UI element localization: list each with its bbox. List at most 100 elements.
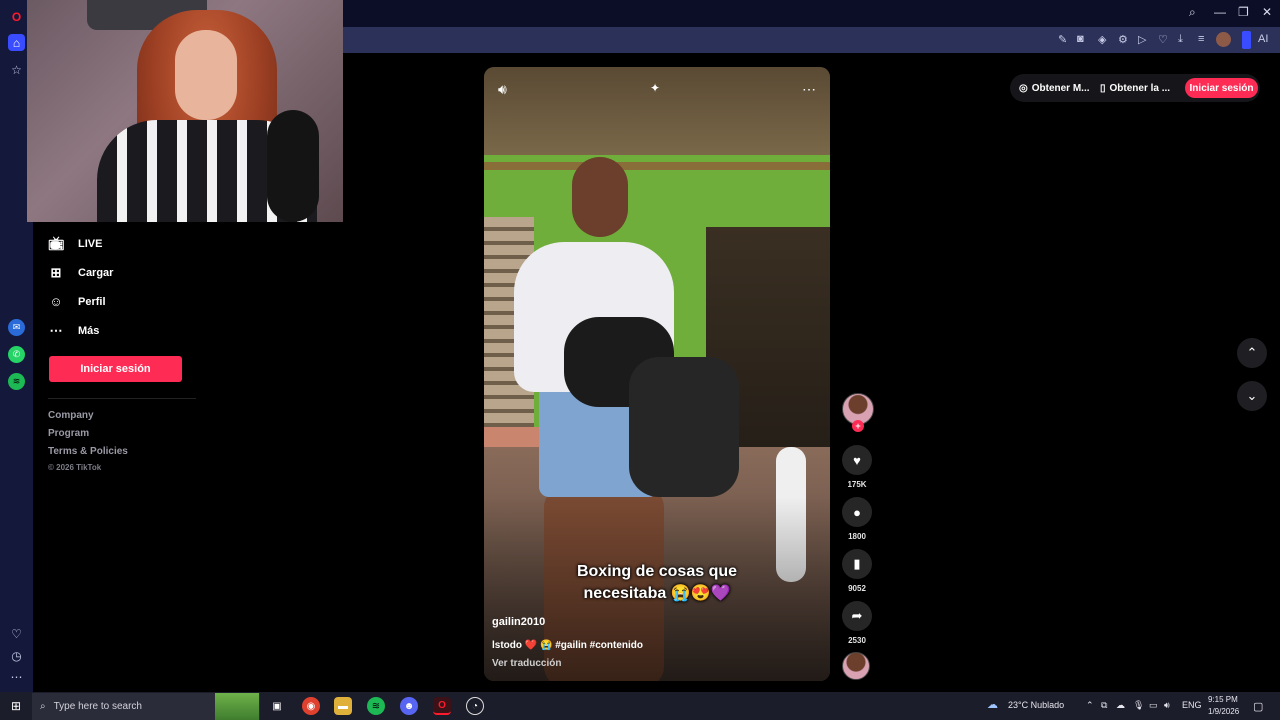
black-bag-2 (629, 357, 739, 497)
nav-live-label: LIVE (78, 238, 103, 250)
tray-chevron-icon[interactable]: ⌃ (1086, 700, 1094, 711)
chrome-icon[interactable]: ◉ (302, 697, 320, 715)
heart-icon[interactable]: ♡ (1158, 33, 1168, 46)
music-avatar (842, 652, 870, 680)
get-coins-label: Obtener M... (1031, 82, 1090, 94)
get-app-button[interactable]: ▯ Obtener la ... (1100, 76, 1170, 100)
follow-plus-icon[interactable]: + (852, 420, 864, 432)
video-caption: Boxing de cosas que necesitaba 😭😍💜 (484, 561, 830, 605)
volume-icon[interactable]: 🔊︎ (498, 81, 507, 98)
music-disc[interactable] (842, 652, 872, 680)
discord-icon[interactable]: ☻ (400, 697, 418, 715)
header-login-button[interactable]: Iniciar sesión (1185, 78, 1258, 98)
share-action[interactable]: ➦ 2530 (842, 601, 872, 645)
footer-program-link[interactable]: Program (48, 428, 89, 439)
share-count: 2530 (848, 636, 866, 645)
more-options-icon[interactable]: ⋯ (802, 81, 816, 98)
share-icon[interactable]: ➦ (842, 601, 872, 631)
nav-more-label: Más (78, 325, 100, 337)
obs-icon[interactable]: ◔ (466, 697, 484, 715)
clock-date[interactable]: 1/9/2026 (1208, 707, 1239, 716)
whatsapp-icon[interactable]: ✆ (8, 346, 25, 363)
taskbar-search-placeholder: Type here to search (53, 701, 142, 712)
nav-more[interactable]: ⋯ Más (48, 323, 100, 339)
tray-cloud-icon[interactable]: ☁ (1116, 700, 1125, 711)
search-icon: ⌕ (40, 701, 46, 712)
caption-line-2: necesitaba 😭😍💜 (583, 585, 731, 602)
ai-icon[interactable]: AI (1258, 33, 1268, 45)
language-indicator[interactable]: ENG (1182, 700, 1202, 710)
heart-icon[interactable]: ♡ (8, 625, 25, 642)
sidebar-login-button[interactable]: Iniciar sesión (49, 356, 182, 382)
history-icon[interactable]: ◷ (8, 647, 25, 664)
search-icon[interactable]: ⌕ (1189, 5, 1196, 20)
live-icon: 📺︎ (48, 236, 65, 251)
sparkle-icon[interactable]: ✦ (650, 81, 660, 95)
get-coins-button[interactable]: ◎ Obtener M... (1019, 76, 1090, 100)
previous-video-button[interactable]: ⌃ (1237, 338, 1267, 368)
spotify-icon[interactable]: ≋ (367, 697, 385, 715)
nav-profile[interactable]: ☺ Perfil (48, 294, 105, 309)
video-username[interactable]: gailin2010 (492, 616, 545, 628)
translate-link[interactable]: Ver traducción (492, 658, 561, 669)
messenger-icon[interactable]: ✉ (8, 319, 25, 336)
ai-label: AI (1258, 33, 1269, 45)
heart-icon[interactable]: ♥ (842, 445, 872, 475)
nav-live[interactable]: 📺︎ LIVE (48, 236, 102, 252)
phone-icon: ▯ (1100, 82, 1106, 94)
comment-icon[interactable]: ● (842, 497, 872, 527)
bookmark-icon[interactable]: ▮ (842, 549, 872, 579)
sidebar-toggle-icon[interactable] (1242, 31, 1251, 49)
spotify-icon[interactable]: ≋ (8, 373, 25, 390)
weather-icon[interactable]: ☁ (987, 698, 998, 711)
chevron-up-icon: ⌃ (1246, 345, 1258, 360)
microphone (267, 110, 319, 222)
video-player[interactable]: 🔊︎ ✦ ⋯ Boxing de cosas que necesitaba 😭😍… (484, 67, 830, 681)
webcam-overlay (27, 0, 343, 222)
save-action[interactable]: ▮ 9052 (842, 549, 872, 593)
restore-icon[interactable]: ❐ (1238, 5, 1249, 19)
home-icon[interactable]: ⌂ (8, 34, 25, 51)
like-action[interactable]: ♥ 175K (842, 445, 872, 489)
network-icon[interactable]: ▭ (1149, 700, 1158, 711)
task-view-icon[interactable]: ▣ (268, 697, 286, 715)
opera-logo-icon[interactable]: O (8, 8, 25, 25)
profile-icon: ☺ (49, 294, 63, 309)
more-icon[interactable]: ⋯ (8, 668, 25, 685)
tray-app-icon[interactable]: ⧉ (1101, 700, 1107, 711)
edit-icon[interactable]: ✎ (1058, 33, 1067, 46)
close-icon[interactable]: ✕ (1262, 5, 1272, 19)
volume-icon[interactable]: 🔊︎ (1164, 700, 1170, 711)
divider (48, 398, 196, 399)
clock-time[interactable]: 9:15 PM (1208, 695, 1238, 704)
play-icon[interactable]: ▷ (1138, 33, 1146, 46)
comment-action[interactable]: ● 1800 (842, 497, 872, 541)
nav-upload[interactable]: ⊞ Cargar (48, 265, 114, 281)
streamer-face (175, 30, 237, 120)
next-video-button[interactable]: ⌄ (1237, 381, 1267, 411)
upload-icon: ⊞ (50, 265, 62, 280)
search-highlight-image (215, 693, 259, 720)
scene-beam (484, 162, 830, 170)
copyright: © 2026 TikTok (48, 463, 102, 472)
chevron-down-icon: ⌄ (1246, 388, 1258, 403)
notifications-icon[interactable]: ▢ (1253, 700, 1263, 713)
save-count: 9052 (848, 584, 866, 593)
footer-terms-link[interactable]: Terms & Policies (48, 446, 128, 457)
windows-start-icon[interactable]: ⊞ (7, 697, 25, 715)
nav-upload-label: Cargar (78, 267, 114, 279)
camera-icon[interactable]: ◙ (1077, 33, 1084, 45)
microphone-icon[interactable]: 🎙︎ (1133, 700, 1144, 711)
profile-icon[interactable] (1216, 32, 1231, 47)
get-app-label: Obtener la ... (1109, 82, 1171, 94)
footer-company-link[interactable]: Company (48, 410, 94, 421)
opera-icon[interactable]: O (433, 697, 451, 715)
star-icon[interactable]: ☆ (8, 61, 25, 78)
extension-icon[interactable]: ⚙ (1118, 33, 1128, 46)
file-explorer-icon[interactable]: ▬ (334, 697, 352, 715)
menu-icon[interactable]: ≡ (1198, 33, 1204, 45)
download-icon[interactable]: ⤓ (1178, 33, 1183, 46)
minimize-icon[interactable]: — (1214, 5, 1226, 19)
shield-icon[interactable]: ◈ (1098, 33, 1106, 46)
weather-text[interactable]: 23°C Nublado (1008, 700, 1064, 710)
